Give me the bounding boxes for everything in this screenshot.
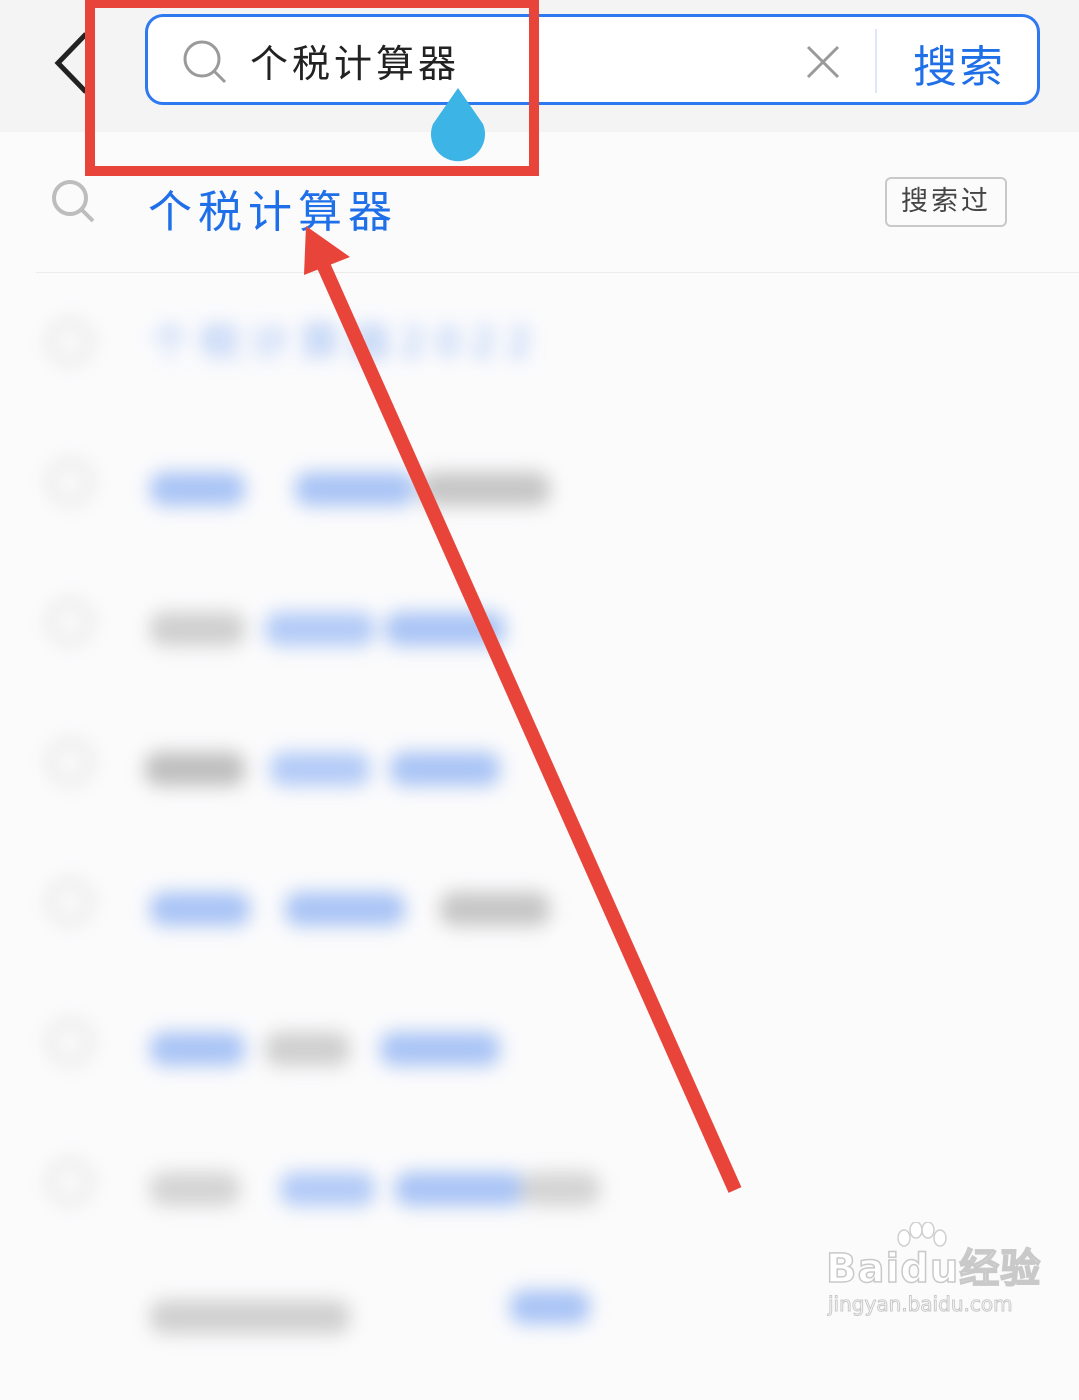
blurred-text — [520, 1172, 600, 1206]
list-item[interactable] — [0, 560, 1079, 700]
list-item[interactable] — [0, 840, 1079, 980]
blurred-text — [440, 892, 550, 926]
blurred-text — [265, 612, 375, 646]
blurred-text — [270, 752, 370, 786]
watermark-brand: Baidu经验 — [825, 1245, 1042, 1293]
blurred-text — [150, 892, 250, 926]
blurred-text — [150, 1032, 245, 1066]
search-divider — [875, 29, 877, 93]
blurred-text — [295, 472, 415, 506]
search-icon — [48, 320, 92, 364]
list-item[interactable] — [0, 980, 1079, 1120]
search-icon — [48, 880, 92, 924]
blurred-text — [385, 612, 505, 646]
blurred-text — [150, 472, 245, 506]
search-button[interactable]: 搜索 — [913, 31, 1005, 95]
list-item[interactable] — [0, 420, 1079, 560]
search-icon — [48, 1020, 92, 1064]
blurred-text — [150, 612, 245, 646]
suggestion-text: 个税计算器2022 — [150, 320, 542, 366]
blurred-text — [510, 1290, 590, 1324]
blurred-text — [280, 1172, 375, 1206]
search-icon — [48, 460, 92, 504]
list-item[interactable] — [0, 700, 1079, 840]
blurred-text — [145, 752, 245, 786]
blurred-text — [380, 1032, 500, 1066]
suggestion-list-blurred: 个税计算器2022 — [0, 280, 1079, 1341]
blurred-text — [265, 1032, 350, 1066]
blurred-text — [150, 1300, 350, 1334]
search-icon — [48, 740, 92, 784]
blurred-text — [395, 1172, 525, 1206]
search-icon — [48, 1160, 92, 1204]
baidu-jingyan-watermark: Baidu经验 jingyan.baidu.com — [825, 1222, 1041, 1322]
divider — [36, 272, 1079, 273]
blurred-text — [420, 472, 550, 506]
suggestion-text[interactable]: 个税计算器 — [148, 176, 398, 240]
blurred-text — [285, 892, 405, 926]
watermark-url: jingyan.baidu.com — [828, 1292, 1014, 1317]
searched-badge: 搜索过 — [885, 177, 1007, 227]
annotation-highlight-box — [85, 0, 539, 176]
blurred-text — [390, 752, 500, 786]
list-item[interactable]: 个税计算器2022 — [0, 280, 1079, 420]
blurred-text — [150, 1172, 240, 1206]
search-icon — [48, 600, 92, 644]
clear-icon[interactable] — [806, 45, 840, 79]
search-icon — [52, 180, 95, 223]
